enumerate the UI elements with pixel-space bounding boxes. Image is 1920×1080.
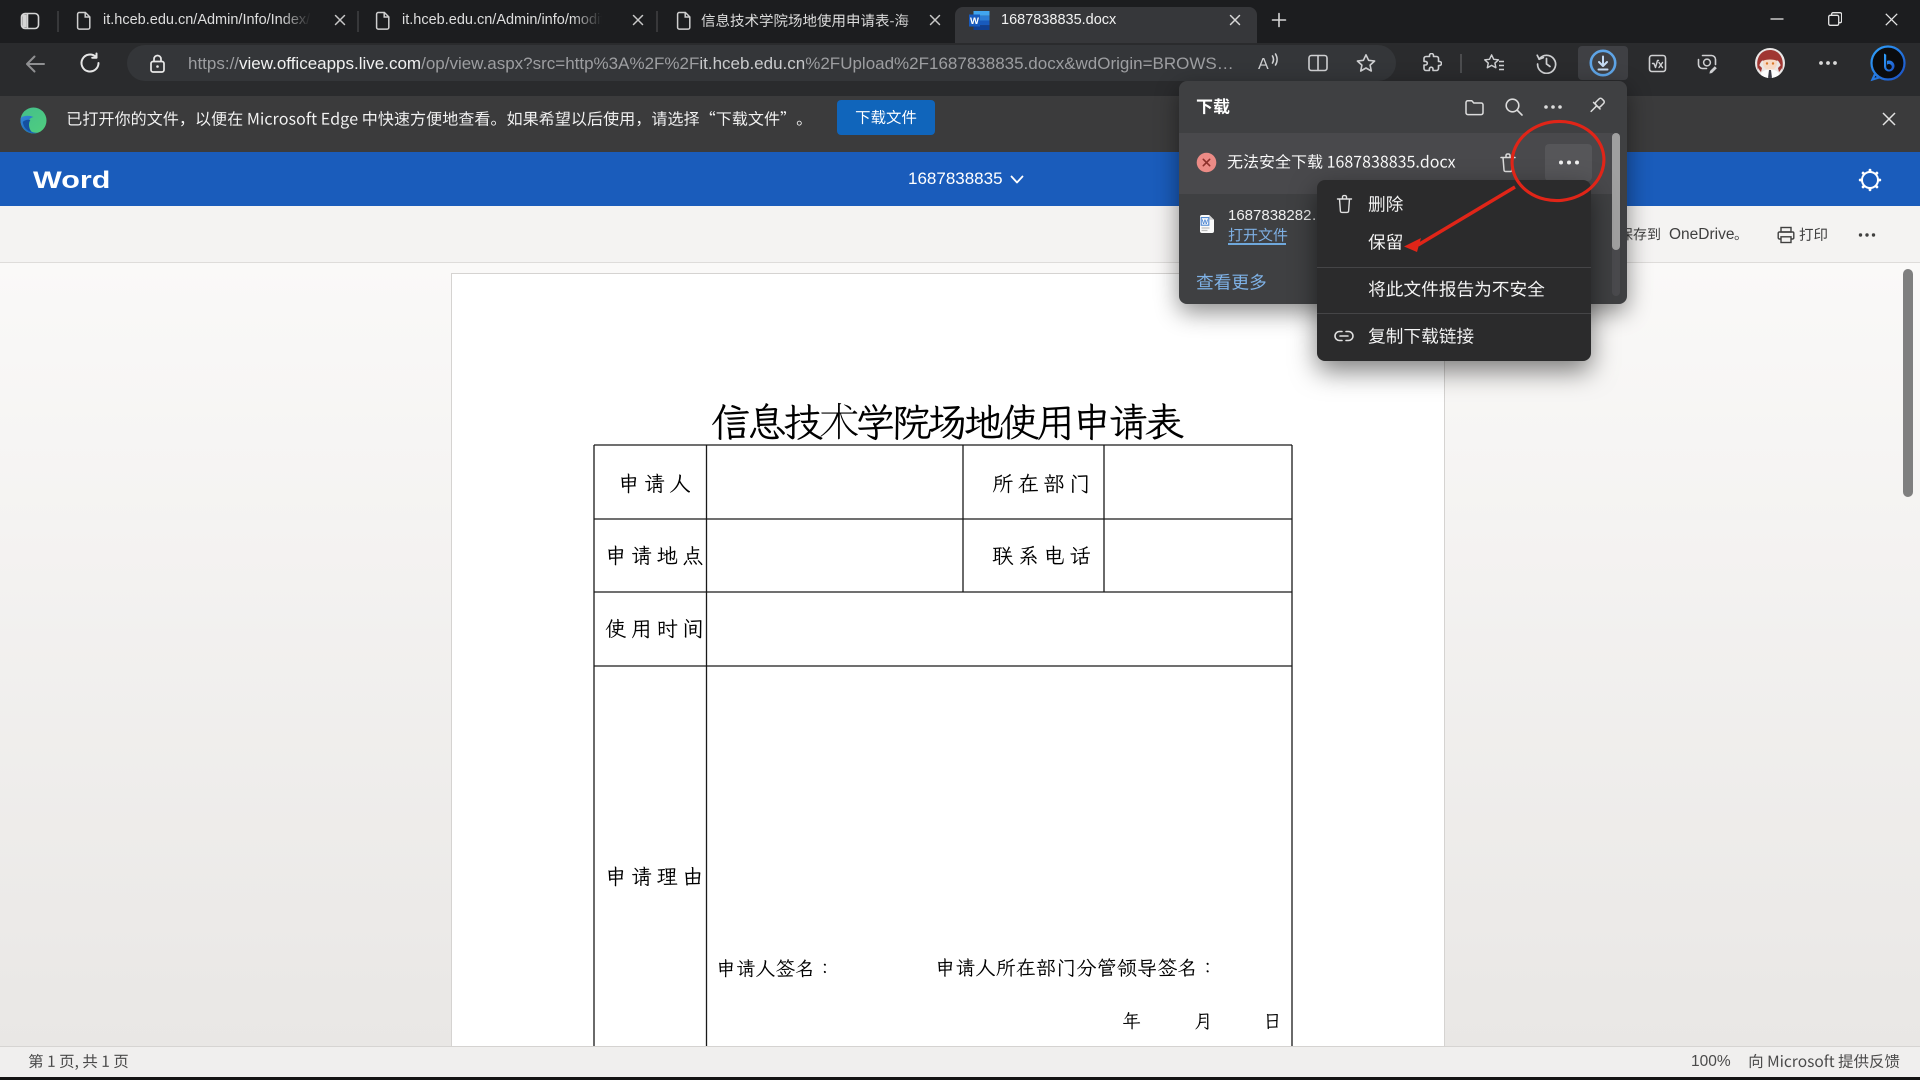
svg-text:W: W <box>970 16 979 27</box>
svg-text:A: A <box>1258 56 1269 73</box>
svg-text:W: W <box>1202 219 1209 226</box>
